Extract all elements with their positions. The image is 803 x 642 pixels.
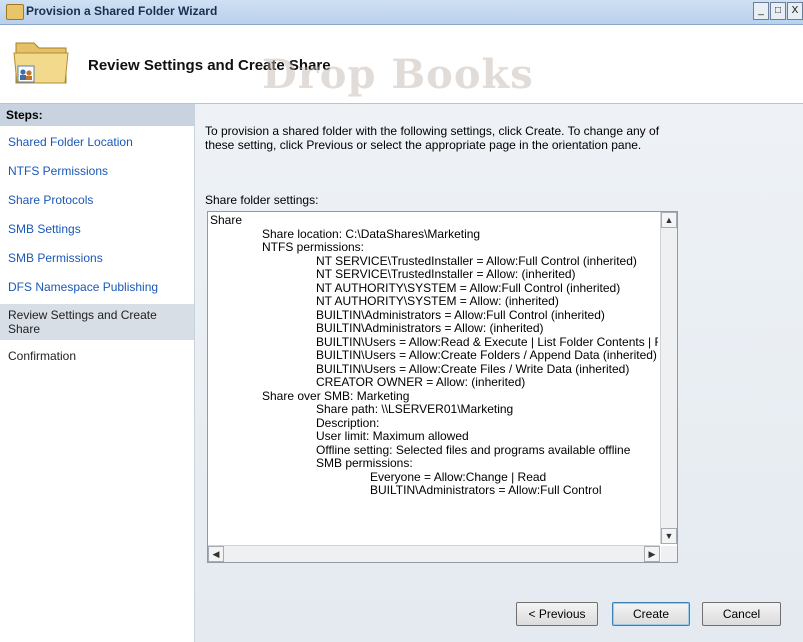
scroll-down-icon[interactable]: ▼ bbox=[661, 528, 677, 544]
horizontal-scrollbar[interactable]: ◀ ▶ bbox=[208, 545, 660, 562]
settings-line: BUILTIN\Administrators = Allow: (inherit… bbox=[316, 321, 544, 335]
settings-label: Share folder settings: bbox=[205, 193, 319, 207]
settings-line: BUILTIN\Users = Allow:Create Files / Wri… bbox=[316, 361, 630, 376]
watermark-logo: Drop Books bbox=[262, 51, 534, 98]
wizard-app-icon bbox=[6, 4, 24, 20]
steps-heading: Steps: bbox=[0, 104, 194, 126]
step-smb-permissions[interactable]: SMB Permissions bbox=[0, 246, 194, 271]
instructions-text: To provision a shared folder with the fo… bbox=[205, 124, 660, 152]
settings-line: NT SERVICE\TrustedInstaller = Allow:Full… bbox=[316, 253, 637, 268]
settings-line: BUILTIN\Administrators = Allow:Full Cont… bbox=[370, 483, 602, 497]
minimize-button[interactable]: _ bbox=[753, 2, 769, 20]
step-confirmation: Confirmation bbox=[8, 349, 77, 363]
settings-line: NT SERVICE\TrustedInstaller = Allow: (in… bbox=[316, 267, 576, 281]
settings-line: BUILTIN\Users = Allow:Read & Execute | L… bbox=[316, 334, 658, 349]
settings-line: CREATOR OWNER = Allow: (inherited) bbox=[316, 375, 526, 389]
settings-line: Share path: \\LSERVER01\Marketing bbox=[316, 402, 514, 416]
shared-folder-icon bbox=[13, 42, 69, 84]
close-button[interactable]: X bbox=[787, 2, 803, 20]
scroll-up-icon[interactable]: ▲ bbox=[661, 212, 677, 228]
step-ntfs-permissions[interactable]: NTFS Permissions bbox=[0, 159, 194, 184]
settings-line: Share over SMB: Marketing bbox=[262, 388, 410, 403]
window-title: Provision a Shared Folder Wizard bbox=[26, 4, 218, 18]
wizard-header: Review Settings and Create Share Drop Bo… bbox=[0, 25, 803, 104]
settings-line: BUILTIN\Administrators = Allow:Full Cont… bbox=[316, 307, 605, 322]
maximize-button[interactable]: □ bbox=[770, 2, 786, 20]
settings-line: Share location: C:\DataShares\Marketing bbox=[262, 226, 481, 241]
settings-line: NT AUTHORITY\SYSTEM = Allow:Full Control… bbox=[316, 280, 621, 295]
vertical-scrollbar[interactable]: ▲ ▼ bbox=[660, 212, 677, 544]
settings-line: SMB permissions: bbox=[316, 456, 413, 470]
settings-line: User limit: Maximum allowed bbox=[316, 429, 469, 443]
step-shared-folder-location[interactable]: Shared Folder Location bbox=[0, 130, 194, 155]
create-button[interactable]: Create bbox=[612, 602, 690, 626]
settings-line: BUILTIN\Users = Allow:Create Folders / A… bbox=[316, 348, 657, 362]
scroll-right-icon[interactable]: ▶ bbox=[644, 546, 660, 562]
title-bar: Provision a Shared Folder Wizard _ □ X bbox=[0, 0, 803, 25]
settings-line: Offline setting: Selected files and prog… bbox=[316, 442, 631, 457]
step-share-protocols[interactable]: Share Protocols bbox=[0, 188, 194, 213]
settings-content: Share Share location: C:\DataShares\Marke… bbox=[210, 214, 658, 542]
scroll-left-icon[interactable]: ◀ bbox=[208, 546, 224, 562]
settings-line: Everyone = Allow:Change | Read bbox=[370, 469, 547, 484]
step-review-settings: Review Settings and Create Share bbox=[0, 304, 194, 340]
steps-pane: Steps: Shared Folder Location NTFS Permi… bbox=[0, 104, 195, 642]
step-smb-settings[interactable]: SMB Settings bbox=[0, 217, 194, 242]
settings-line: Share bbox=[210, 214, 243, 227]
previous-button[interactable]: < Previous bbox=[516, 602, 598, 626]
settings-line: NTFS permissions: bbox=[262, 240, 365, 254]
main-pane: To provision a shared folder with the fo… bbox=[195, 104, 803, 642]
settings-line: Description: bbox=[316, 415, 380, 430]
scrollbar-corner bbox=[661, 546, 677, 562]
cancel-button[interactable]: Cancel bbox=[702, 602, 781, 626]
settings-line: NT AUTHORITY\SYSTEM = Allow: (inherited) bbox=[316, 294, 559, 308]
step-dfs-namespace-publishing[interactable]: DFS Namespace Publishing bbox=[0, 275, 194, 300]
window-controls: _ □ X bbox=[753, 2, 803, 20]
settings-textbox[interactable]: Share Share location: C:\DataShares\Marke… bbox=[207, 211, 678, 563]
